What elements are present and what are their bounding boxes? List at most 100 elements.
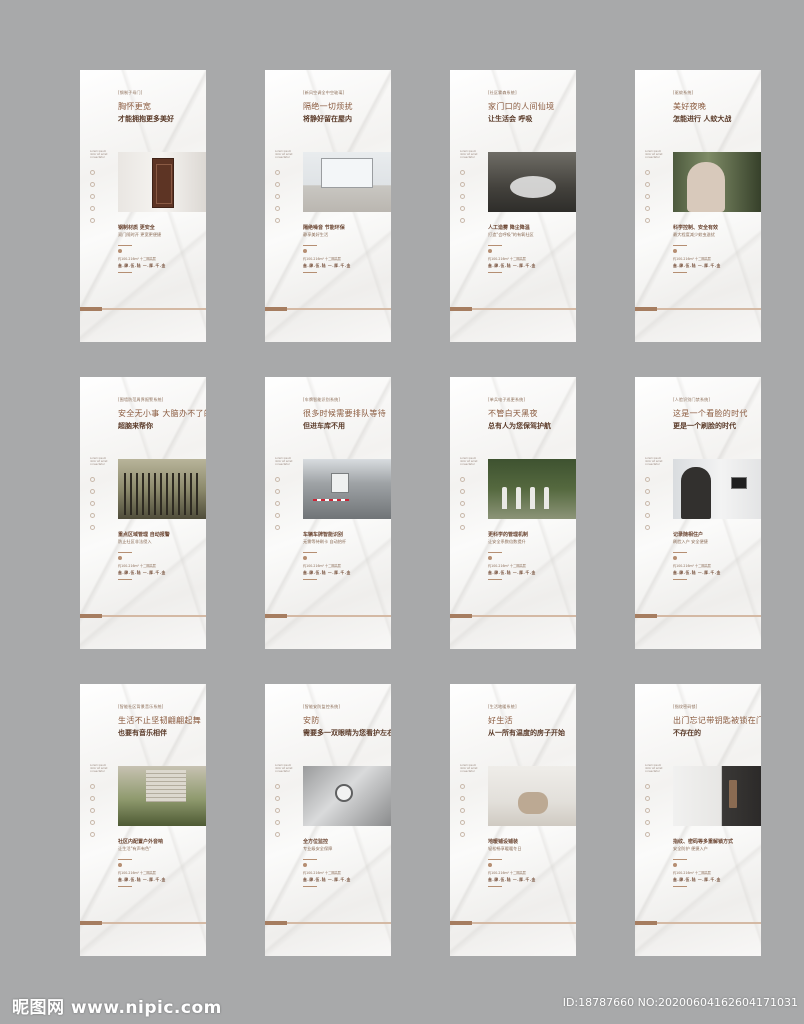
footer-bar [80, 307, 206, 311]
dot-column [275, 170, 280, 230]
circle-icon [645, 218, 650, 223]
project-slogan: 叁.肆.伍.陆 一.厚.千.金 [303, 877, 351, 882]
circle-icon [460, 796, 465, 801]
circle-icon [460, 206, 465, 211]
project-area: 约100-216m² 十二期高层 [303, 257, 341, 261]
poster-headline: 安全无小事 大脑办不了的 [118, 409, 206, 418]
dot-column [460, 477, 465, 537]
dot-column [275, 477, 280, 537]
poster-tag: [单兵电子巡更系统] [488, 397, 526, 402]
project-slogan: 叁.肆.伍.陆 一.厚.千.金 [488, 263, 536, 268]
circle-icon [90, 796, 95, 801]
feature-desc: 让安全系数倍数提升 [488, 539, 526, 544]
poster-headline: 好生活 [488, 716, 513, 725]
side-caption: Lorem ipsum dolor sit amet consectetur [645, 764, 663, 774]
circle-icon [275, 808, 280, 813]
divider [118, 552, 132, 553]
side-caption: Lorem ipsum dolor sit amet consectetur [275, 150, 293, 160]
feature-desc: 最大程度减少蚊虫滋扰 [673, 232, 715, 237]
project-area: 约100-216m² 十二期高层 [673, 871, 711, 875]
dot-column [90, 784, 95, 844]
footer-bar [265, 921, 391, 925]
divider [488, 579, 502, 580]
poster-headline: 生活不止坚韧翩翩起舞 [118, 716, 201, 725]
logo-icon [488, 556, 492, 560]
poster-subheadline: 怎能进行 人蚊大战 [673, 115, 732, 123]
poster-card: [驱蚊系统] 美好夜晚 怎能进行 人蚊大战 Lorem ipsum dolor sit… [635, 70, 761, 342]
circle-icon [645, 808, 650, 813]
project-slogan: 叁.肆.伍.陆 一.厚.千.金 [118, 877, 166, 882]
project-slogan: 叁.肆.伍.陆 一.厚.千.金 [118, 263, 166, 268]
circle-icon [275, 182, 280, 187]
circle-icon [275, 206, 280, 211]
poster-headline: 隔绝一切烦扰 [303, 102, 353, 111]
circle-icon [275, 218, 280, 223]
circle-icon [645, 182, 650, 187]
project-slogan: 叁.肆.伍.陆 一.厚.千.金 [488, 570, 536, 575]
circle-icon [90, 513, 95, 518]
logo-icon [488, 863, 492, 867]
poster-subheadline: 让生活会 呼吸 [488, 115, 533, 123]
poster-subheadline: 需要多一双眼睛为您看护左右 [303, 729, 391, 737]
circle-icon [460, 808, 465, 813]
poster-headline: 不管白天黑夜 [488, 409, 538, 418]
poster-tag: [指纹密码锁] [673, 704, 698, 709]
footer-bar [635, 614, 761, 618]
footer-bar [450, 921, 576, 925]
divider [303, 859, 317, 860]
side-caption: Lorem ipsum dolor sit amet consectetur [645, 150, 663, 160]
feature-desc: 专业级安全保障 [303, 846, 333, 851]
poster-subheadline: 更是一个刷脸的时代 [673, 422, 736, 430]
divider [118, 245, 132, 246]
feature-desc: 防止社区非法侵入 [118, 539, 152, 544]
dot-column [90, 477, 95, 537]
logo-icon [303, 249, 307, 253]
circle-icon [90, 218, 95, 223]
dot-column [460, 784, 465, 844]
footer-bar [450, 614, 576, 618]
circle-icon [275, 489, 280, 494]
circle-icon [645, 513, 650, 518]
lock-icon [673, 766, 761, 826]
feature-title: 重点区域管理 自动报警 [118, 532, 170, 538]
circle-icon [460, 182, 465, 187]
feature-title: 全方位监控 [303, 839, 329, 845]
feature-desc: 打造"会呼吸"的有氧社区 [488, 232, 534, 237]
circle-icon [645, 489, 650, 494]
side-caption: Lorem ipsum dolor sit amet consectetur [460, 150, 478, 160]
footer-bar [80, 614, 206, 618]
footer-bar [265, 307, 391, 311]
poster-tag: [新风空调全中空玻璃] [303, 90, 345, 95]
camera-icon [303, 766, 391, 826]
circle-icon [460, 170, 465, 175]
project-slogan: 叁.肆.伍.陆 一.厚.千.金 [303, 570, 351, 575]
circle-icon [645, 206, 650, 211]
divider [118, 579, 132, 580]
project-area: 约100-216m² 十二期高层 [673, 257, 711, 261]
feature-desc: 安全防护 便捷入户 [673, 846, 708, 851]
poster-subheadline: 不存在的 [673, 729, 701, 737]
circle-icon [275, 525, 280, 530]
feature-desc: 双门随时开 更宽更便捷 [118, 232, 162, 237]
poster-headline: 这是一个看脸的时代 [673, 409, 748, 418]
circle-icon [90, 784, 95, 789]
poster-card: [指纹密码锁] 出门忘记带钥匙被锁在门外？ 不存在的 Lorem ipsum dolo… [635, 684, 761, 956]
dot-column [645, 477, 650, 537]
feature-title: 地暖铺设铺装 [488, 839, 519, 845]
poster-tag: [社区雾森系统] [488, 90, 517, 95]
feature-title: 记录随相住户 [673, 532, 704, 538]
project-area: 约100-216m² 十二期高层 [118, 871, 156, 875]
nipic-watermark: 昵图网 www.nipic.com [12, 998, 222, 1018]
logo-icon [118, 249, 122, 253]
circle-icon [275, 477, 280, 482]
dot-column [460, 170, 465, 230]
poster-subheadline: 从一所有温度的房子开始 [488, 729, 565, 737]
feature-desc: 让生活"有声有色" [118, 846, 152, 851]
logo-icon [303, 556, 307, 560]
divider [303, 245, 317, 246]
feature-title: 科学控制、安全有效 [673, 225, 719, 231]
divider [118, 886, 132, 887]
divider [673, 272, 687, 273]
poster-card: [人脸识别门禁系统] 这是一个看脸的时代 更是一个刷脸的时代 Lorem ipsum … [635, 377, 761, 649]
project-area: 约100-216m² 十二期高层 [673, 564, 711, 568]
